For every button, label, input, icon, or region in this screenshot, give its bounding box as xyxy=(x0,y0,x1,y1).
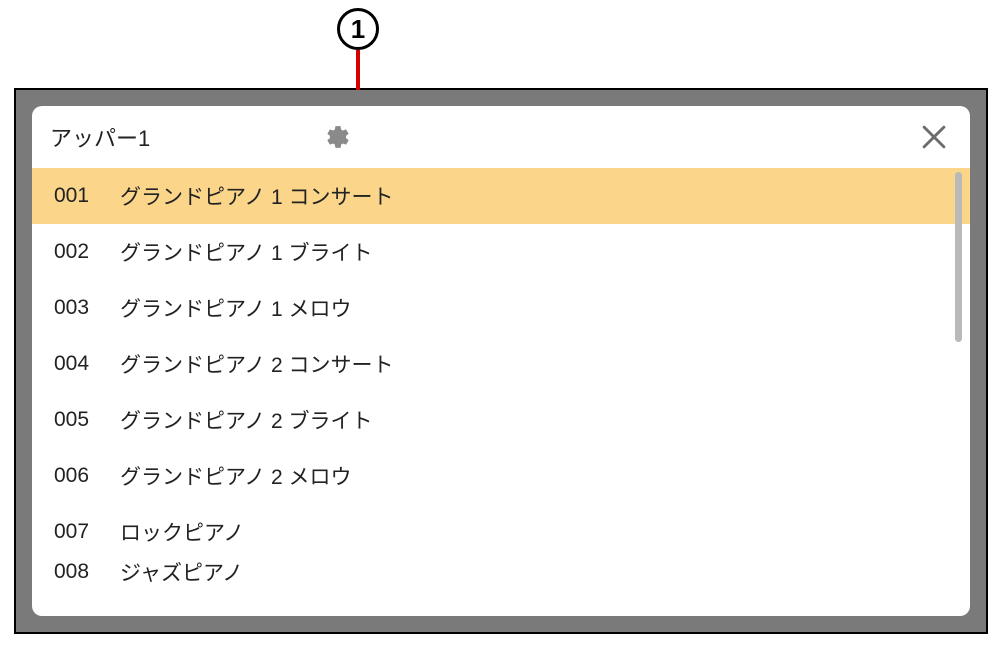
item-number: 007 xyxy=(54,520,120,544)
list-item[interactable]: 001グランドピアノ 1 コンサート xyxy=(32,168,970,224)
item-name: グランドピアノ 2 メロウ xyxy=(120,461,351,491)
dialog-title: アッパー1 xyxy=(50,121,150,153)
item-number: 004 xyxy=(54,352,120,376)
item-number: 001 xyxy=(54,184,120,208)
gear-icon xyxy=(325,124,351,150)
list-item[interactable]: 002グランドピアノ 1 ブライト xyxy=(32,224,970,280)
close-button[interactable] xyxy=(912,115,956,159)
scrollbar-thumb[interactable] xyxy=(955,172,962,342)
close-icon xyxy=(917,120,951,154)
callout-number-circle: 1 xyxy=(337,8,379,50)
item-name: グランドピアノ 2 コンサート xyxy=(120,349,393,379)
callout-pointer-line xyxy=(356,50,360,90)
callout-annotation: 1 xyxy=(337,8,379,90)
list-item[interactable]: 003グランドピアノ 1 メロウ xyxy=(32,280,970,336)
item-name: グランドピアノ 1 ブライト xyxy=(120,237,372,267)
tone-list[interactable]: 001グランドピアノ 1 コンサート002グランドピアノ 1 ブライト003グラ… xyxy=(32,168,970,616)
tone-select-dialog: アッパー1 001グランドピアノ 1 コンサート002グランドピアノ 1 ブライ… xyxy=(32,106,970,616)
dialog-header: アッパー1 xyxy=(32,106,970,168)
list-viewport: 001グランドピアノ 1 コンサート002グランドピアノ 1 ブライト003グラ… xyxy=(32,168,970,616)
item-name: ジャズピアノ xyxy=(120,560,243,584)
list-item[interactable]: 006グランドピアノ 2 メロウ xyxy=(32,448,970,504)
list-item[interactable]: 004グランドピアノ 2 コンサート xyxy=(32,336,970,392)
item-number: 003 xyxy=(54,296,120,320)
callout-number: 1 xyxy=(351,14,365,45)
item-name: グランドピアノ 2 ブライト xyxy=(120,405,372,435)
item-name: ロックピアノ xyxy=(120,517,244,547)
item-name: グランドピアノ 1 コンサート xyxy=(120,181,393,211)
item-number: 005 xyxy=(54,408,120,432)
item-number: 002 xyxy=(54,240,120,264)
settings-button[interactable] xyxy=(320,119,356,155)
device-frame: アッパー1 001グランドピアノ 1 コンサート002グランドピアノ 1 ブライ… xyxy=(14,88,988,634)
list-item[interactable]: 007ロックピアノ xyxy=(32,504,970,560)
item-number: 006 xyxy=(54,464,120,488)
list-item[interactable]: 008ジャズピアノ xyxy=(32,560,970,584)
item-name: グランドピアノ 1 メロウ xyxy=(120,293,351,323)
list-item[interactable]: 005グランドピアノ 2 ブライト xyxy=(32,392,970,448)
item-number: 008 xyxy=(54,560,120,584)
